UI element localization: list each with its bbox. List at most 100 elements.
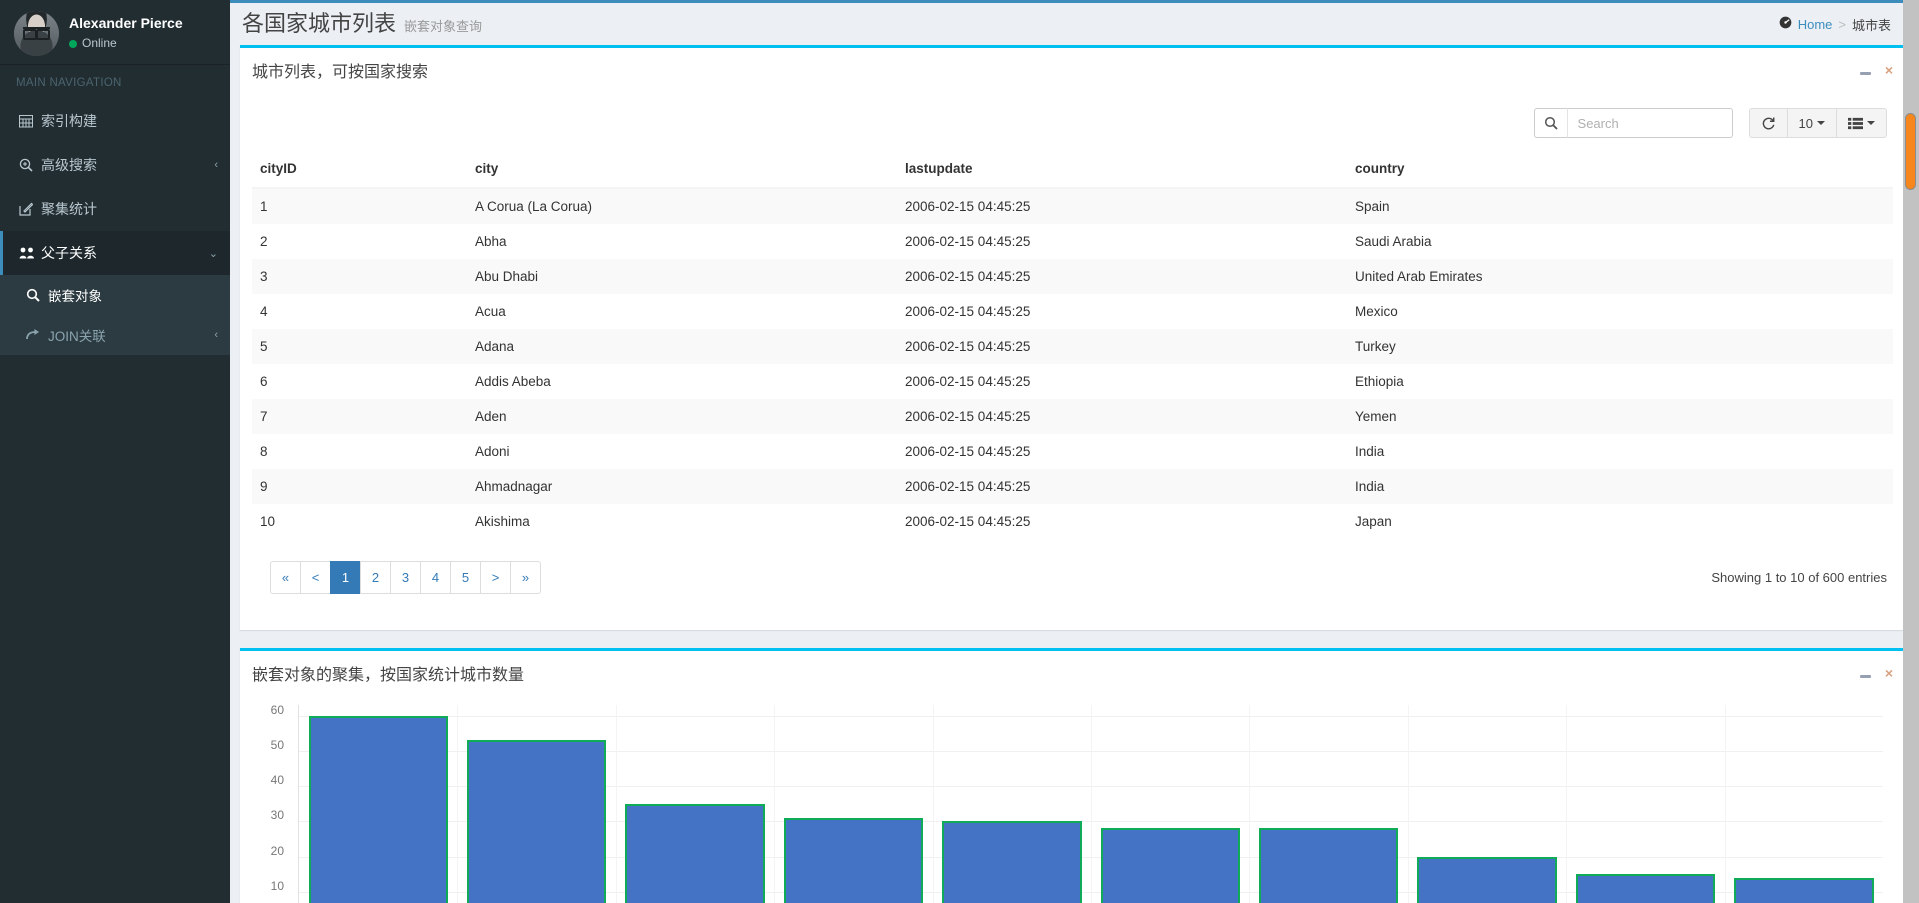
minimize-icon[interactable] xyxy=(1859,63,1871,77)
column-header-cityid[interactable]: cityID xyxy=(252,152,467,189)
table-row[interactable]: 5 Adana 2006-02-15 04:45:25 Turkey xyxy=(252,329,1893,364)
content-body: 城市列表，可按国家搜索 × Search 10 cityID city last… xyxy=(230,45,1919,903)
vertical-scrollbar[interactable] xyxy=(1903,0,1919,903)
table-cell-cityID: 5 xyxy=(260,339,268,354)
sidebar-item-label: 聚集统计 xyxy=(41,201,97,217)
sidebar-item-arrow: ‹ xyxy=(214,329,218,341)
pagination-button-4[interactable]: 4 xyxy=(420,561,451,594)
bar[interactable] xyxy=(1100,828,1240,903)
pagination-button-2[interactable]: 2 xyxy=(360,561,391,594)
scrollbar-thumb[interactable] xyxy=(1905,113,1916,190)
table-cell-lastupdate: 2006-02-15 04:45:25 xyxy=(905,409,1031,424)
user-panel[interactable]: Alexander Pierce Online xyxy=(0,0,230,65)
table-cell-city: A Corua (La Corua) xyxy=(475,199,593,214)
bar[interactable] xyxy=(1258,828,1399,903)
pagination-button->[interactable]: > xyxy=(480,561,511,594)
breadcrumb-home[interactable]: Home xyxy=(1798,17,1833,32)
table-row[interactable]: 6 Addis Abeba 2006-02-15 04:45:25 Ethiopia xyxy=(252,364,1893,399)
table-cell-lastupdate: 2006-02-15 04:45:25 xyxy=(905,444,1031,459)
pagination-button-<[interactable]: < xyxy=(300,561,331,594)
bar[interactable] xyxy=(1417,856,1557,903)
table-cell-cityID: 4 xyxy=(260,304,268,319)
y-axis-tick-label: 30 xyxy=(270,808,284,823)
column-header-lastupdate[interactable]: lastupdate xyxy=(897,152,1347,189)
close-icon[interactable]: × xyxy=(1885,63,1893,77)
page-size-button[interactable]: 10 xyxy=(1786,108,1837,138)
pagination-button-5[interactable]: 5 xyxy=(450,561,481,594)
breadcrumb-current: 城市表 xyxy=(1851,17,1891,33)
sidebar-item-advanced-search[interactable]: 高级搜索 ‹ xyxy=(0,143,230,187)
table-cell-cityID: 7 xyxy=(260,409,268,424)
table-row[interactable]: 9 Ahmadnagar 2006-02-15 04:45:25 India xyxy=(252,469,1893,504)
sidebar-item-nested-objects[interactable]: 嵌套对象 xyxy=(0,275,230,315)
chart-plot-area xyxy=(298,705,1883,903)
table-row[interactable]: 2 Abha 2006-02-15 04:45:25 Saudi Arabia xyxy=(252,224,1893,259)
table-row[interactable]: 7 Aden 2006-02-15 04:45:25 Yemen xyxy=(252,399,1893,434)
pagination-button-1[interactable]: 1 xyxy=(330,561,361,594)
table-cell-cityID: 6 xyxy=(260,374,268,389)
city-table-box: 城市列表，可按国家搜索 × Search 10 cityID city last… xyxy=(240,45,1907,630)
bar[interactable] xyxy=(308,715,448,903)
breadcrumb: Home > 城市表 xyxy=(1779,15,1891,34)
pagination-button-»[interactable]: » xyxy=(510,561,541,594)
table-cell-city: Akishima xyxy=(475,514,530,529)
table-cell-country: Turkey xyxy=(1355,339,1396,354)
column-header-country[interactable]: country xyxy=(1347,152,1893,189)
sidebar-item-label: 嵌套对象 xyxy=(48,289,102,304)
close-icon[interactable]: × xyxy=(1885,666,1893,680)
sidebar: Alexander Pierce Online MAIN NAVIGATION … xyxy=(0,0,230,903)
calendar-icon xyxy=(19,114,41,128)
bar[interactable] xyxy=(942,821,1082,903)
chart-box-header: 嵌套对象的聚集，按国家统计城市数量 × xyxy=(240,651,1907,695)
column-toggle-button[interactable] xyxy=(1836,108,1887,138)
search-plus-icon xyxy=(19,158,41,172)
bar[interactable] xyxy=(625,803,765,903)
city-table: cityID city lastupdate country 1 A Corua … xyxy=(252,152,1893,539)
y-axis-tick-label: 50 xyxy=(270,737,284,752)
bar[interactable] xyxy=(466,740,607,903)
table-row[interactable]: 8 Adoni 2006-02-15 04:45:25 India xyxy=(252,434,1893,469)
search-icon xyxy=(26,288,48,302)
pagination-button-«[interactable]: « xyxy=(270,561,301,594)
chart-box-tools: × xyxy=(1859,666,1893,680)
table-cell-country: Mexico xyxy=(1355,304,1398,319)
chart-box-body: 10 20 30 40 50 60 xyxy=(240,695,1907,903)
table-cell-cityID: 3 xyxy=(260,269,268,284)
sidebar-item-index-build[interactable]: 索引构建 xyxy=(0,99,230,143)
table-row[interactable]: 3 Abu Dhabi 2006-02-15 04:45:25 United Arab… xyxy=(252,259,1893,294)
bar[interactable] xyxy=(1734,877,1874,903)
column-header-city[interactable]: city xyxy=(467,152,897,189)
sidebar-nav: 索引构建 高级搜索 ‹ 聚集统计 父子关系 ⌄ 嵌套对象 JOIN关联 ‹ xyxy=(0,99,230,355)
table-cell-city: Aden xyxy=(475,409,507,424)
refresh-button[interactable] xyxy=(1748,108,1788,138)
pagination-button-3[interactable]: 3 xyxy=(390,561,421,594)
sidebar-item-label: 索引构建 xyxy=(41,113,97,129)
bar-slot xyxy=(933,705,1091,903)
minimize-icon[interactable] xyxy=(1859,666,1871,680)
page-size-value: 10 xyxy=(1798,115,1813,131)
table-cell-lastupdate: 2006-02-15 04:45:25 xyxy=(905,339,1031,354)
table-toolbar: 10 xyxy=(252,96,1893,152)
bar[interactable] xyxy=(783,817,924,903)
content-header: 各国家城市列表 嵌套对象查询 Home > 城市表 xyxy=(230,3,1919,45)
bar[interactable] xyxy=(1575,874,1716,903)
table-row[interactable]: 4 Acua 2006-02-15 04:45:25 Mexico xyxy=(252,294,1893,329)
pagination-row: «<1 2 3 4 5 >» Showing 1 to 10 of 600 entries xyxy=(252,539,1893,620)
sidebar-item-aggregate-stats[interactable]: 聚集统计 xyxy=(0,187,230,231)
page-title: 各国家城市列表 嵌套对象查询 xyxy=(242,13,482,35)
city-table-box-body: 10 xyxy=(240,92,1907,630)
pagination: «<1 2 3 4 5 >» xyxy=(270,561,541,594)
search-icon[interactable] xyxy=(1533,108,1567,138)
sidebar-item-join-relation[interactable]: JOIN关联 ‹ xyxy=(0,315,230,355)
table-header-row: cityID city lastupdate country xyxy=(252,152,1893,189)
sidebar-item-parent-child[interactable]: 父子关系 ⌄ xyxy=(0,231,230,275)
avatar xyxy=(14,10,59,56)
search-group xyxy=(1533,108,1733,138)
search-input[interactable] xyxy=(1566,108,1733,138)
table-row[interactable]: 10 Akishima 2006-02-15 04:45:25 Japan xyxy=(252,504,1893,539)
table-row[interactable]: 1 A Corua (La Corua) 2006-02-15 04:45:25 Sp… xyxy=(252,188,1893,224)
bar-slot xyxy=(1091,705,1249,903)
sidebar-subnav: 嵌套对象 JOIN关联 ‹ xyxy=(0,275,230,355)
table-cell-city: Abu Dhabi xyxy=(475,269,539,284)
table-cell-country: Japan xyxy=(1355,514,1392,529)
